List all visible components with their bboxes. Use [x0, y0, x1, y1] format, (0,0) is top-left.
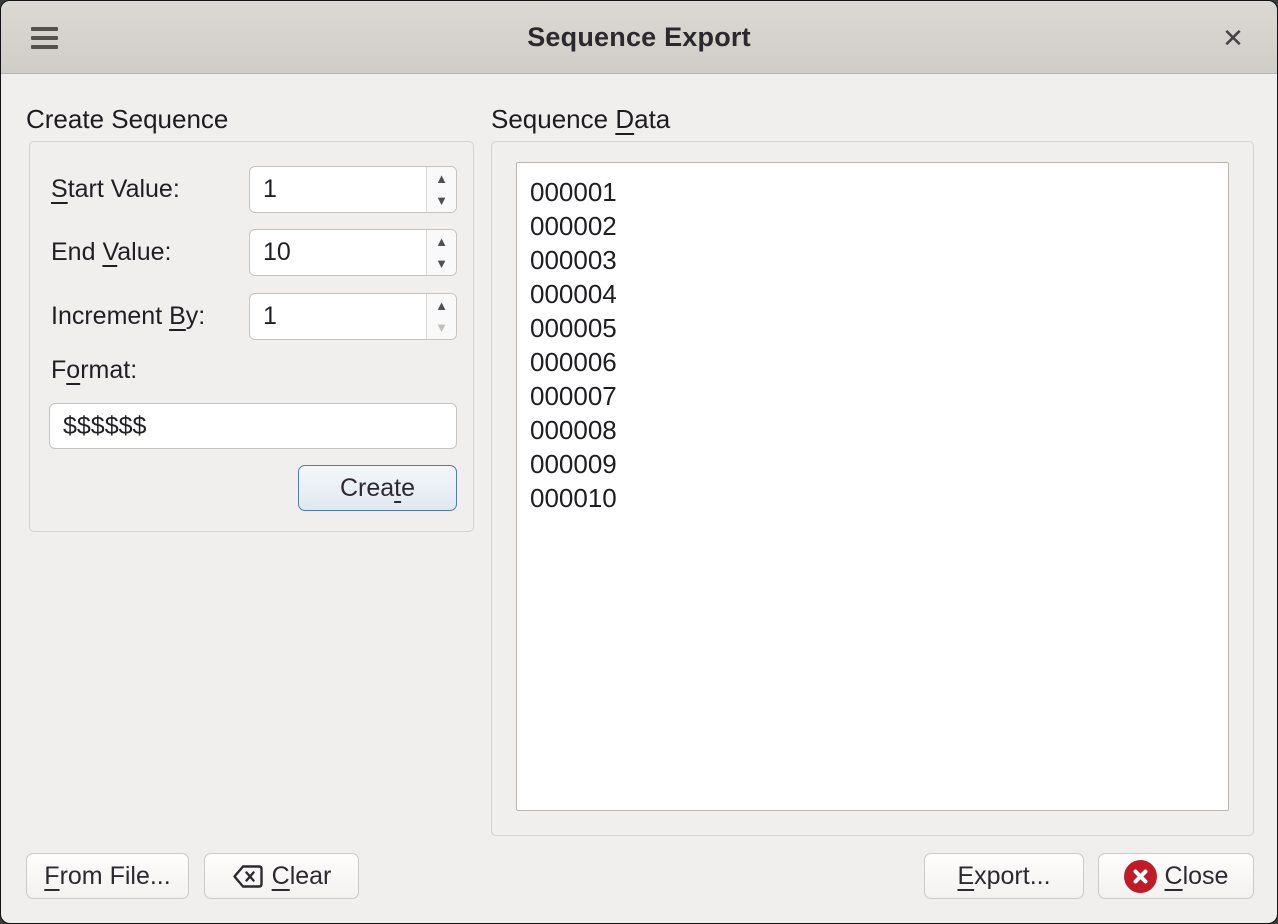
sequence-line: 000004 [530, 277, 1228, 311]
from-file-button[interactable]: From File... [26, 853, 189, 899]
from-file-button-label: From File... [44, 862, 170, 891]
spin-up-icon: ▲ [435, 234, 448, 249]
close-button[interactable]: Close [1098, 853, 1254, 899]
sequence-line: 000001 [530, 175, 1228, 209]
spin-down-icon: ▼ [435, 256, 448, 271]
end-value-spin-up[interactable]: ▲ [427, 230, 456, 253]
start-value-spin-up[interactable]: ▲ [427, 167, 456, 190]
close-circle-icon [1124, 860, 1157, 893]
end-value-spin-buttons: ▲ ▼ [426, 230, 456, 275]
spin-up-icon: ▲ [435, 298, 448, 313]
window-close-button[interactable]: ✕ [1211, 17, 1255, 59]
create-sequence-group-label: Create Sequence [26, 104, 228, 135]
start-value-spinbox: ▲ ▼ [249, 166, 457, 213]
sequence-line: 000006 [530, 345, 1228, 379]
export-button-label: Export... [957, 862, 1050, 891]
increment-by-spin-down[interactable]: ▼ [427, 317, 456, 340]
sequence-line: 000003 [530, 243, 1228, 277]
window-title: Sequence Export [1, 22, 1277, 53]
sequence-data-list[interactable]: 0000010000020000030000040000050000060000… [516, 162, 1229, 811]
format-label: Format: [51, 353, 137, 387]
format-entry [49, 403, 457, 449]
format-input[interactable] [50, 404, 456, 448]
spin-down-icon: ▼ [435, 320, 448, 335]
sequence-line: 000009 [530, 447, 1228, 481]
sequence-export-dialog: Sequence Export ✕ Create Sequence Start … [0, 0, 1278, 924]
clear-button[interactable]: Clear [204, 853, 359, 899]
increment-by-input[interactable] [250, 294, 426, 339]
end-value-spinbox: ▲ ▼ [249, 229, 457, 276]
start-value-spin-buttons: ▲ ▼ [426, 167, 456, 212]
titlebar[interactable]: Sequence Export ✕ [1, 1, 1277, 74]
start-value-spin-down[interactable]: ▼ [427, 190, 456, 213]
sequence-line: 000002 [530, 209, 1228, 243]
close-button-label: Close [1165, 862, 1229, 891]
sequence-line: 000007 [530, 379, 1228, 413]
sequence-line: 000010 [530, 481, 1228, 515]
end-value-input[interactable] [250, 230, 426, 275]
spin-down-icon: ▼ [435, 193, 448, 208]
close-icon: ✕ [1222, 23, 1244, 53]
create-button[interactable]: Create [298, 465, 457, 511]
increment-by-spinbox: ▲ ▼ [249, 293, 457, 340]
clear-button-label: Clear [272, 862, 332, 891]
export-button[interactable]: Export... [924, 853, 1084, 899]
end-value-label: End Value: [51, 229, 171, 276]
start-value-input[interactable] [250, 167, 426, 212]
start-value-label: Start Value: [51, 166, 180, 213]
increment-by-label: Increment By: [51, 293, 205, 340]
increment-by-spin-up[interactable]: ▲ [427, 294, 456, 317]
sequence-line: 000005 [530, 311, 1228, 345]
spin-up-icon: ▲ [435, 171, 448, 186]
create-button-label: Create [340, 474, 415, 503]
sequence-data-group-label: Sequence Data [491, 104, 670, 135]
end-value-spin-down[interactable]: ▼ [427, 253, 456, 276]
backspace-icon [232, 864, 264, 889]
increment-by-spin-buttons: ▲ ▼ [426, 294, 456, 339]
sequence-line: 000008 [530, 413, 1228, 447]
